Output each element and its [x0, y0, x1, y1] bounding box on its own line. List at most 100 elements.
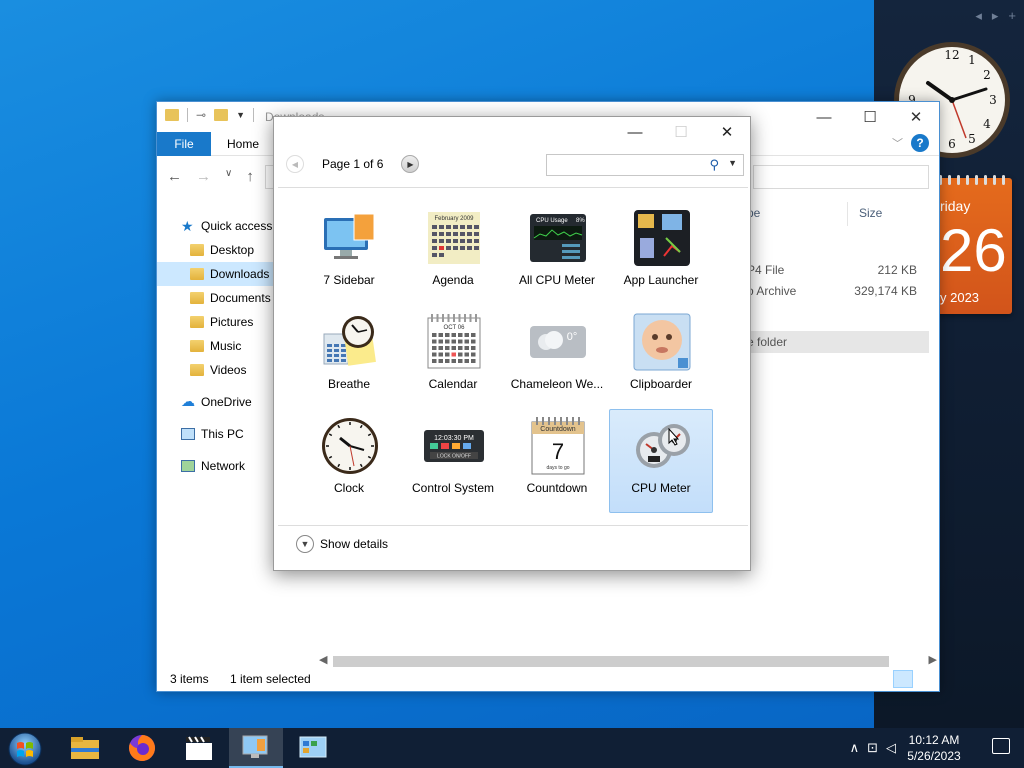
taskbar-video-editor[interactable]	[172, 728, 226, 768]
minimize-button[interactable]: —	[612, 117, 658, 147]
sidebar-add-icon[interactable]: +	[1008, 8, 1016, 24]
folder-icon	[190, 340, 204, 352]
scrollbar-thumb[interactable]	[333, 656, 889, 667]
divider	[278, 187, 748, 188]
search-icon[interactable]: ⚲	[709, 157, 719, 173]
prev-page-icon[interactable]: ◀	[286, 155, 304, 173]
customize-qa-icon[interactable]: ▼	[236, 110, 245, 120]
calendar-rings	[932, 175, 1012, 185]
close-button[interactable]: ✕	[704, 117, 750, 147]
status-bar: 3 items 1 item selected	[157, 669, 939, 691]
gadget-tile-chameleon-we[interactable]: 0° Chameleon We...	[505, 305, 609, 409]
cpu-meter-icon	[636, 424, 690, 468]
taskbar-control-panel[interactable]	[286, 728, 340, 768]
gadget-search-input[interactable]: ⚲ ▼	[546, 154, 744, 176]
svg-text:4: 4	[983, 117, 991, 131]
taskbar-file-explorer[interactable]	[58, 728, 112, 768]
gadget-tile-countdown[interactable]: Countdown 7 days to go Countdown	[505, 409, 609, 513]
breathe-clock-icon	[323, 316, 376, 366]
show-details-label: Show details	[320, 537, 389, 551]
taskbar-clock[interactable]: 10:12 AM 5/26/2023	[902, 732, 966, 764]
recent-chevron-icon[interactable]: ∨	[225, 168, 232, 185]
view-buttons	[893, 670, 935, 688]
maximize-button: ☐	[674, 124, 688, 141]
column-size[interactable]: Size	[859, 206, 882, 220]
gadget-label: All CPU Meter	[518, 273, 595, 287]
navigation-arrows: ← → ∨ ↑	[167, 168, 254, 185]
calendar-icon: OCT 06	[427, 314, 481, 369]
expand-ribbon-icon[interactable]: ﹀	[892, 135, 903, 151]
gadget-tile-cpu-meter[interactable]: CPU Meter	[609, 409, 713, 513]
gadget-tile-breathe[interactable]: Breathe	[297, 305, 401, 409]
file-size: 329,174 KB	[854, 284, 917, 298]
sidebar-item-label: This PC	[201, 427, 244, 441]
sidebar-prev-icon[interactable]: ◂	[975, 8, 982, 24]
notifications-icon[interactable]	[992, 738, 1010, 754]
gadget-tile-control-system[interactable]: 12:03:30 PM LOCK ON/OFF Control System	[401, 409, 505, 513]
file-explorer-icon	[71, 737, 99, 759]
taskbar-firefox[interactable]	[115, 728, 169, 768]
gadget-label: Breathe	[327, 377, 371, 391]
new-folder-icon[interactable]	[214, 109, 229, 121]
large-icons-view-icon[interactable]	[915, 670, 935, 688]
gadget-tile-app-launcher[interactable]: App Launcher	[609, 201, 713, 305]
taskbar-gadgets[interactable]	[229, 728, 283, 768]
show-details-toggle[interactable]: ▼ Show details	[296, 535, 388, 553]
horizontal-scrollbar[interactable]: ◀ ▶	[317, 653, 939, 670]
next-page-icon[interactable]: ▶	[401, 155, 420, 173]
minimize-button[interactable]: —	[801, 102, 847, 132]
svg-text:6: 6	[948, 137, 956, 151]
gadget-tile-calendar[interactable]: OCT 06 Calendar	[401, 305, 505, 409]
details-view-icon[interactable]	[893, 670, 913, 688]
forward-arrow-icon[interactable]: →	[196, 168, 211, 185]
show-hidden-icons-icon[interactable]: ∧	[850, 740, 860, 756]
gadget-tile-all-cpu-meter[interactable]: CPU Usage 8% All CPU Meter	[505, 201, 609, 305]
folder-icon	[190, 292, 204, 304]
tray-icons: ∧ ⊡ ◁	[850, 740, 896, 756]
page-label: Page 1 of 6	[322, 157, 384, 171]
sidebar-item-label: Videos	[210, 363, 247, 377]
weather-icon: 0°	[530, 326, 586, 358]
column-divider[interactable]	[847, 202, 848, 226]
tab-home[interactable]: Home	[227, 137, 259, 151]
clipboarder-icon	[633, 313, 691, 371]
scroll-right-icon[interactable]: ▶	[929, 653, 937, 666]
close-button[interactable]: ✕	[893, 102, 939, 132]
search-dropdown-icon[interactable]: ▼	[728, 158, 737, 168]
back-arrow-icon[interactable]: ←	[167, 168, 182, 185]
gadget-grid: 7 Sidebar February 2009 Agenda CPU Usage 8% A…	[297, 201, 713, 513]
maximize-button[interactable]: ☐	[847, 102, 893, 132]
file-row[interactable]: P4 File 212 KB	[747, 260, 929, 280]
help-icon[interactable]: ?	[911, 134, 929, 152]
tab-file[interactable]: File	[157, 132, 211, 156]
search-box[interactable]	[753, 165, 929, 189]
gadget-tile-agenda[interactable]: February 2009 Agenda	[401, 201, 505, 305]
file-row[interactable]: o Archive 329,174 KB	[747, 281, 929, 301]
gadget-tile-clipboarder[interactable]: Clipboarder	[609, 305, 713, 409]
agenda-calendar-icon: February 2009	[428, 212, 480, 264]
calendar-gadget[interactable]: riday 26 y 2023	[932, 175, 1012, 314]
gadget-label: App Launcher	[623, 273, 699, 287]
file-row-selected[interactable]: e folder	[747, 331, 929, 353]
cloud-icon: ☁	[181, 393, 195, 409]
sidebar-monitor-icon	[324, 213, 375, 259]
file-size: 212 KB	[877, 263, 917, 277]
quick-access-toolbar: ⊸ ▼	[165, 108, 254, 122]
start-orb-icon[interactable]	[6, 730, 44, 768]
cpu-usage-icon: CPU Usage 8%	[530, 214, 586, 262]
up-arrow-icon[interactable]: ↑	[246, 168, 254, 185]
star-icon: ★	[181, 218, 194, 234]
calendar-weekday: riday	[940, 198, 971, 214]
network-icon[interactable]: ⊡	[867, 740, 878, 756]
status-item-count: 3 items	[170, 672, 209, 686]
svg-text:0°: 0°	[567, 331, 578, 343]
svg-text:days to go: days to go	[546, 465, 569, 471]
sidebar-next-icon[interactable]: ▸	[992, 8, 999, 24]
scroll-left-icon[interactable]: ◀	[319, 653, 327, 666]
volume-muted-icon[interactable]: ◁	[886, 740, 896, 756]
gadget-tile-clock[interactable]: Clock	[297, 409, 401, 513]
properties-icon[interactable]: ⊸	[196, 108, 206, 122]
taskbar: ∧ ⊡ ◁ 10:12 AM 5/26/2023	[0, 728, 1024, 768]
gadget-tile-7-sidebar[interactable]: 7 Sidebar	[297, 201, 401, 305]
file-type: e folder	[747, 335, 788, 349]
